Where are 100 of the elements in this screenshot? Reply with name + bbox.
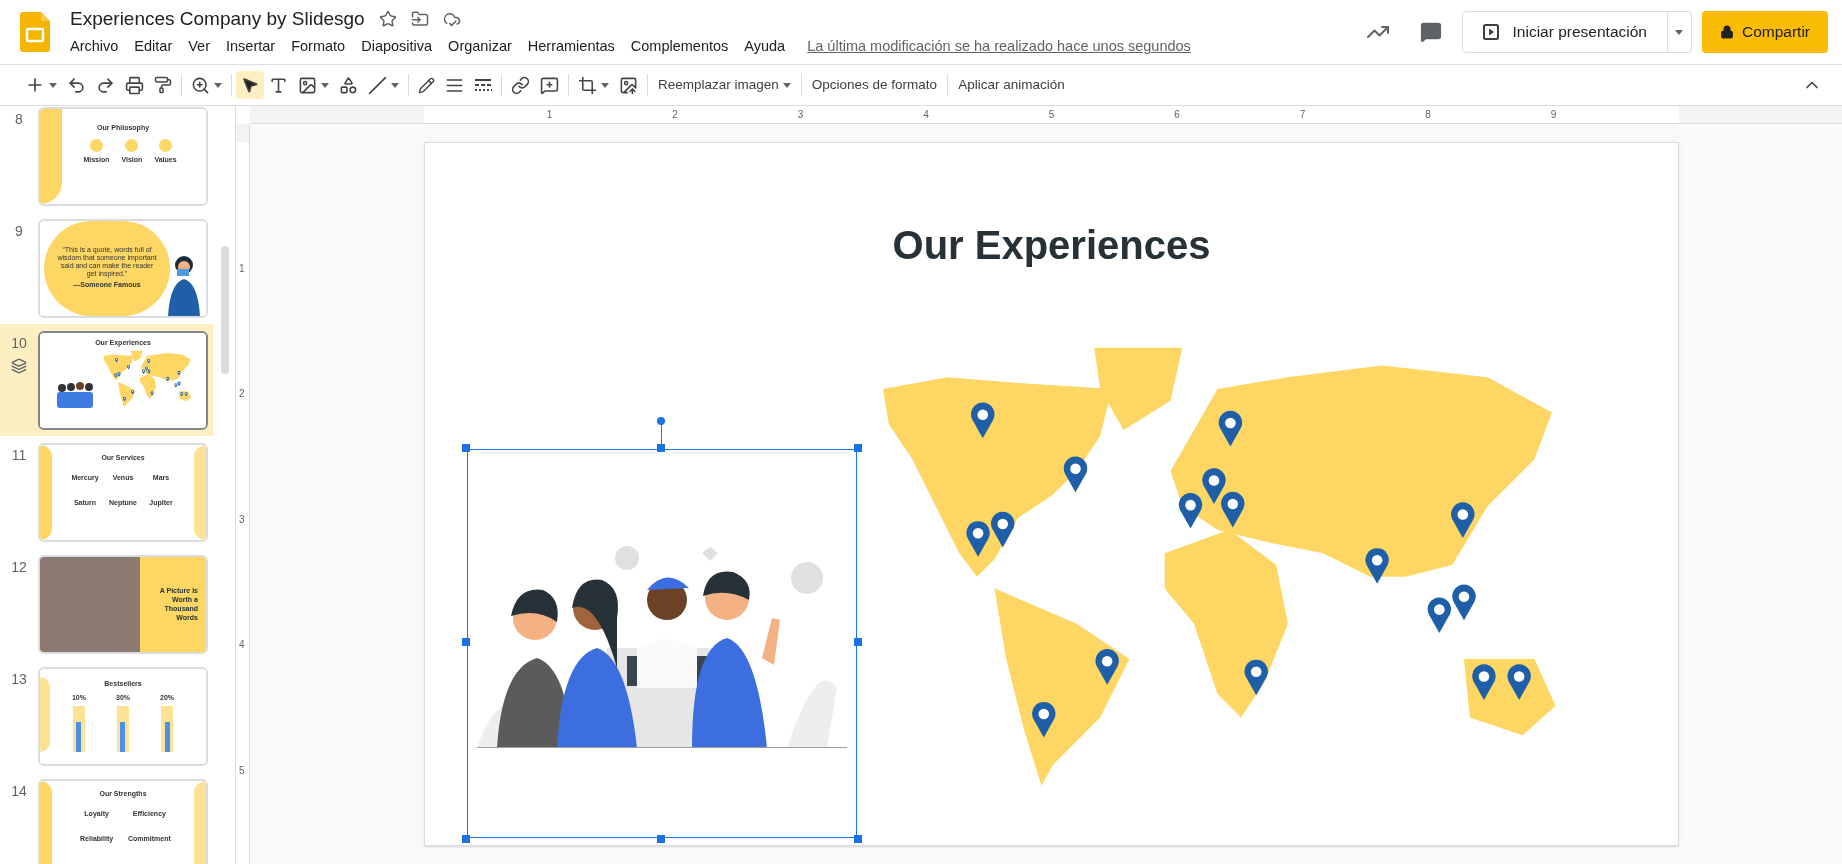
ruler-number: 6: [1174, 108, 1180, 122]
shape-icon: [339, 75, 358, 95]
crop-icon: [578, 75, 597, 95]
bar-drawing: [161, 705, 173, 752]
location-pin-icon: [122, 396, 126, 402]
print-icon: [125, 75, 144, 95]
slide-number: 11: [11, 445, 27, 465]
location-pin-icon: [1507, 664, 1531, 700]
cloud-icon[interactable]: [442, 10, 461, 29]
star-icon[interactable]: [378, 10, 397, 29]
menu-item[interactable]: Ayuda: [736, 36, 794, 58]
ruler-number: 4: [923, 108, 929, 122]
location-pin-icon: [177, 370, 181, 376]
slide-number: 13: [11, 669, 27, 689]
location-pin-icon: [1218, 410, 1243, 447]
menu-item[interactable]: Complementos: [622, 36, 737, 58]
location-pin-icon: [1452, 584, 1476, 621]
menu-item[interactable]: Insertar: [218, 36, 284, 58]
last-edit-link[interactable]: La última modificación se ha realizado hace unos segundos: [807, 36, 1191, 58]
rotate-handle[interactable]: [657, 417, 665, 425]
resize-handle[interactable]: [462, 444, 470, 452]
location-pin-icon: [971, 402, 995, 439]
location-pin-icon: [1472, 664, 1496, 700]
resize-handle[interactable]: [462, 638, 470, 646]
ruler-number: 5: [239, 763, 245, 777]
location-pin-icon: [150, 391, 154, 396]
resize-handle[interactable]: [657, 835, 665, 843]
selection-frame[interactable]: [467, 449, 857, 838]
menu-item[interactable]: Diapositiva: [353, 36, 441, 58]
resize-handle[interactable]: [854, 835, 862, 843]
ruler-number: 4: [239, 637, 245, 652]
present-button[interactable]: Iniciar presentación: [1462, 12, 1667, 52]
resize-handle[interactable]: [854, 444, 862, 452]
pointer-icon: [241, 76, 259, 94]
resize-handle[interactable]: [657, 444, 665, 452]
resize-handle[interactable]: [854, 638, 862, 646]
location-pin-icon: [1451, 502, 1475, 538]
text-box-icon: [269, 75, 288, 95]
slide-number: 9: [15, 221, 23, 241]
resize-handle[interactable]: [462, 835, 470, 843]
location-pin-icon: [1063, 456, 1088, 493]
line-dash-icon: [474, 78, 492, 92]
document-title[interactable]: Experiences Company by Slidesgo: [70, 6, 365, 33]
menu-item[interactable]: Formato: [283, 36, 354, 58]
caret-icon: [391, 82, 399, 88]
location-pin-icon: [114, 357, 118, 363]
toolbar-text-button[interactable]: Opciones de formato: [805, 71, 944, 99]
ruler-number: 3: [239, 512, 245, 526]
slide-canvas[interactable]: Our Experiences: [424, 142, 1679, 846]
caret-icon: [601, 82, 609, 88]
location-pin-icon: [127, 364, 131, 370]
location-pin-icon: [1095, 649, 1119, 685]
ruler-number: 9: [1550, 108, 1557, 122]
ruler-number: 5: [1048, 108, 1055, 122]
ruler-number: 2: [239, 386, 245, 401]
caret-icon: [782, 82, 791, 88]
location-pin-icon: [131, 389, 135, 395]
location-pin-icon: [1244, 659, 1268, 696]
image-icon: [298, 75, 317, 95]
ruler-number: 1: [546, 108, 553, 122]
people-drawing: [54, 380, 96, 408]
bar-drawing: [117, 705, 129, 752]
toolbar-text-button[interactable]: Aplicar animación: [952, 71, 1071, 99]
location-pin-icon: [966, 521, 990, 557]
location-pin-icon: [147, 358, 151, 364]
menu-item[interactable]: Archivo: [70, 36, 127, 58]
share-button[interactable]: Compartir: [1701, 11, 1828, 53]
slide-number: 10: [11, 333, 27, 353]
image-reset-icon: [619, 75, 638, 95]
caret-icon: [1675, 29, 1684, 35]
paint-roller-icon: [154, 76, 172, 94]
slide-number: 8: [15, 109, 23, 129]
lock-icon: [1719, 25, 1734, 39]
menu-item[interactable]: Herramientas: [519, 36, 623, 58]
menu-item[interactable]: Organizar: [440, 36, 520, 58]
location-pin-icon: [1178, 493, 1203, 529]
location-pin-icon: [991, 511, 1015, 548]
menu-item[interactable]: Ver: [180, 36, 218, 58]
caret-icon: [214, 82, 222, 88]
select-tool-button[interactable]: [236, 71, 264, 99]
redo-icon: [96, 75, 115, 95]
location-pin-icon: [1365, 548, 1389, 584]
location-pin-icon: [1427, 597, 1452, 634]
scrollbar-thumb[interactable]: [221, 246, 229, 374]
menu-item[interactable]: Editar: [126, 36, 181, 58]
slide-title[interactable]: Our Experiences: [425, 215, 1678, 275]
zoom-icon: [191, 75, 210, 95]
ruler-number: 2: [672, 108, 678, 122]
toolbar-text-button[interactable]: Reemplazar imagen: [652, 71, 797, 99]
caret-icon: [49, 82, 57, 88]
pencil-icon: [418, 76, 435, 94]
ruler-number: 7: [1299, 108, 1306, 122]
comment-icon[interactable]: [1419, 21, 1442, 43]
line-icon: [368, 75, 387, 95]
ruler-number: 1: [239, 261, 245, 275]
move-folder-icon[interactable]: [410, 10, 429, 29]
slide-number: 12: [11, 557, 27, 577]
play-box-icon: [1482, 24, 1499, 40]
ruler-number: 3: [797, 108, 804, 122]
ruler-number: 8: [1425, 108, 1431, 122]
